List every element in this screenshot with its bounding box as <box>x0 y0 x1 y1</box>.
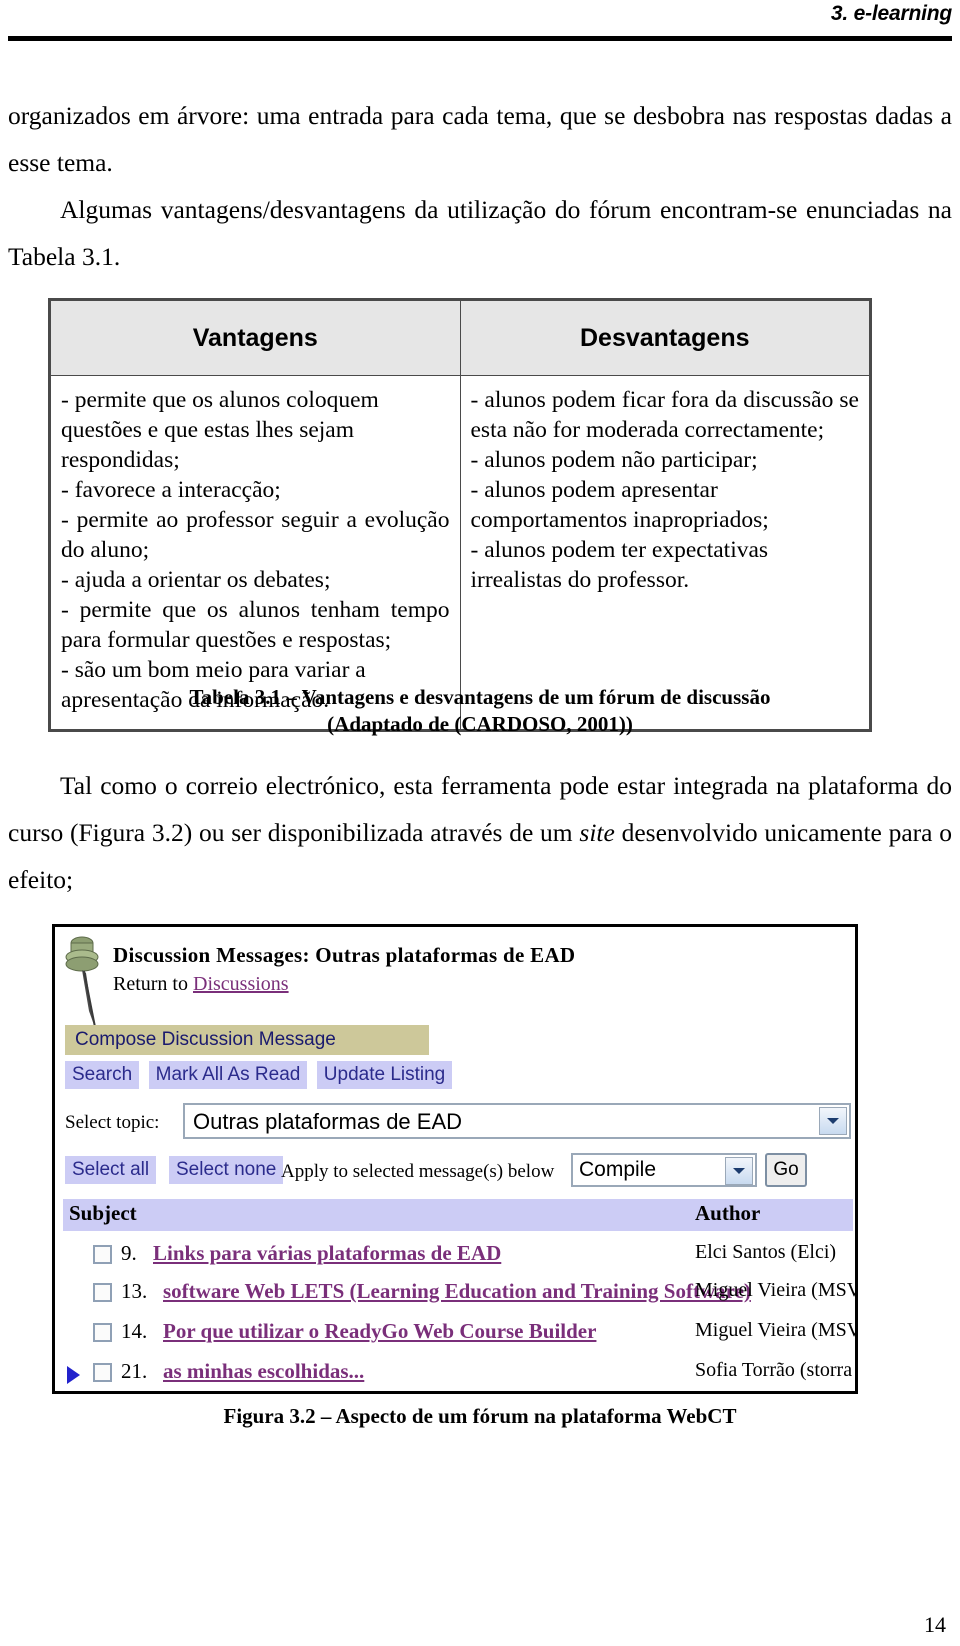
message-number: 14. <box>121 1319 148 1343</box>
message-checkbox[interactable] <box>93 1283 112 1302</box>
message-list-header: Subject Author <box>63 1199 853 1231</box>
webct-forum-screenshot: Discussion Messages: Outras plataformas … <box>52 924 858 1394</box>
message-author: Sofia Torrão (storra <box>695 1359 853 1381</box>
select-topic-label: Select topic: <box>65 1112 160 1133</box>
message-subject-link[interactable]: Links para várias plataformas de EAD <box>153 1241 501 1266</box>
message-row[interactable]: 14. Por que utilizar o ReadyGo Web Cours… <box>63 1317 855 1355</box>
vantagem-item: - permite que os alunos coloquem questõe… <box>61 387 379 473</box>
chevron-down-icon[interactable] <box>725 1157 753 1185</box>
table-caption-line1: Tabela 3.1 – Vantagens e desvantagens de… <box>189 685 771 709</box>
message-checkbox[interactable] <box>93 1323 112 1342</box>
message-row[interactable]: 9. Links para várias plataformas de EAD … <box>63 1239 853 1277</box>
message-author: Elci Santos (Elci) <box>695 1241 837 1263</box>
document-page: 3. e-learning organizados em árvore: uma… <box>0 0 960 1646</box>
message-row[interactable]: 21. as minhas escolhidas... Sofia Torrão… <box>63 1357 853 1391</box>
vantagem-item: - permite ao professor seguir a evolução… <box>61 507 450 563</box>
vantagem-item: - ajuda a orientar os debates; <box>61 567 331 593</box>
message-author: Miguel Vieira (MSV <box>695 1319 858 1341</box>
page-number: 14 <box>924 1612 946 1637</box>
vantagem-item: - favorece a interacção; <box>61 477 281 503</box>
discussion-title: Discussion Messages: Outras plataformas … <box>113 943 576 967</box>
header-rule <box>8 36 952 41</box>
vantagem-item: - permite que os alunos tenham tempo par… <box>61 597 450 653</box>
message-subject-link[interactable]: Por que utilizar o ReadyGo Web Course Bu… <box>163 1319 596 1344</box>
cell-desvantagens: - alunos podem ficar fora da discussão s… <box>459 375 870 730</box>
paragraph-1: organizados em árvore: uma entrada para … <box>8 101 952 177</box>
table-caption: Tabela 3.1 – Vantagens e desvantagens de… <box>0 684 960 738</box>
cell-vantagens: - permite que os alunos coloquem questõe… <box>50 375 461 730</box>
table-caption-line2: (Adaptado de (CARDOSO, 2001)) <box>327 712 633 736</box>
message-subject-link[interactable]: as minhas escolhidas... <box>163 1359 364 1384</box>
desvantagem-item: - alunos podem ficar fora da discussão s… <box>470 387 860 443</box>
message-number: 21. <box>121 1359 148 1383</box>
compose-discussion-message-button[interactable]: Compose Discussion Message <box>65 1025 429 1055</box>
desvantagem-item: - alunos podem não participar; <box>470 447 758 473</box>
running-head: 3. e-learning <box>830 2 952 25</box>
pushpin-icon <box>63 933 109 1033</box>
table-vantagens-desvantagens: Vantagens Desvantagens - permite que os … <box>48 298 872 732</box>
select-all-button[interactable]: Select all <box>65 1156 157 1184</box>
paragraph-2: Algumas vantagens/desvantagens da utiliz… <box>8 195 952 271</box>
message-row[interactable]: 13. software Web LETS (Learning Educatio… <box>63 1277 855 1315</box>
column-header-vantagens: Vantagens <box>50 300 461 376</box>
select-topic-row: Select topic: Outras plataformas de EAD <box>65 1103 851 1141</box>
return-to-discussions: Return to Discussions <box>113 973 289 996</box>
paragraph-3-block: Tal como o correio electrónico, esta fer… <box>8 762 952 903</box>
mark-all-as-read-button[interactable]: Mark All As Read <box>148 1061 308 1089</box>
chevron-down-icon[interactable] <box>819 1107 847 1135</box>
desvantagem-item: - alunos podem apresentar comportamentos… <box>470 477 769 533</box>
select-none-button[interactable]: Select none <box>169 1156 284 1184</box>
message-author: Miguel Vieira (MSV <box>695 1279 858 1301</box>
topic-select[interactable]: Outras plataformas de EAD <box>183 1103 851 1139</box>
table-body-row: - permite que os alunos coloquem questõe… <box>50 375 870 730</box>
column-header-desvantagens: Desvantagens <box>459 300 870 376</box>
apply-action-row: Select all Select none Apply to selected… <box>65 1153 851 1189</box>
intro-paragraphs: organizados em árvore: uma entrada para … <box>8 92 952 280</box>
topic-select-value: Outras plataformas de EAD <box>193 1109 463 1134</box>
message-number: 9. <box>121 1241 137 1265</box>
new-message-flag-icon <box>67 1366 80 1384</box>
action-select-value: Compile <box>579 1158 657 1181</box>
message-checkbox[interactable] <box>93 1363 112 1382</box>
discussions-link[interactable]: Discussions <box>193 973 289 995</box>
update-listing-button[interactable]: Update Listing <box>316 1061 453 1089</box>
go-button[interactable]: Go <box>765 1153 807 1187</box>
column-header-subject: Subject <box>69 1201 137 1225</box>
search-button[interactable]: Search <box>65 1061 140 1089</box>
table-header-row: Vantagens Desvantagens <box>50 300 870 376</box>
message-checkbox[interactable] <box>93 1245 112 1264</box>
column-header-author: Author <box>695 1201 761 1225</box>
action-select[interactable]: Compile <box>571 1153 757 1187</box>
figure-caption: Figura 3.2 – Aspecto de um fórum na plat… <box>223 1404 737 1428</box>
message-subject-link[interactable]: software Web LETS (Learning Education an… <box>163 1279 751 1304</box>
paragraph-3: Tal como o correio electrónico, esta fer… <box>8 762 952 903</box>
message-number: 13. <box>121 1279 148 1303</box>
apply-to-selected-label: Apply to selected message(s) below <box>281 1161 555 1182</box>
paragraph-3-italic-site: site <box>579 818 615 847</box>
return-prefix: Return to <box>113 973 193 995</box>
toolbar-buttons: Search Mark All As Read Update Listing <box>65 1061 457 1089</box>
desvantagem-item: - alunos podem ter expectativas irrealis… <box>470 537 769 593</box>
